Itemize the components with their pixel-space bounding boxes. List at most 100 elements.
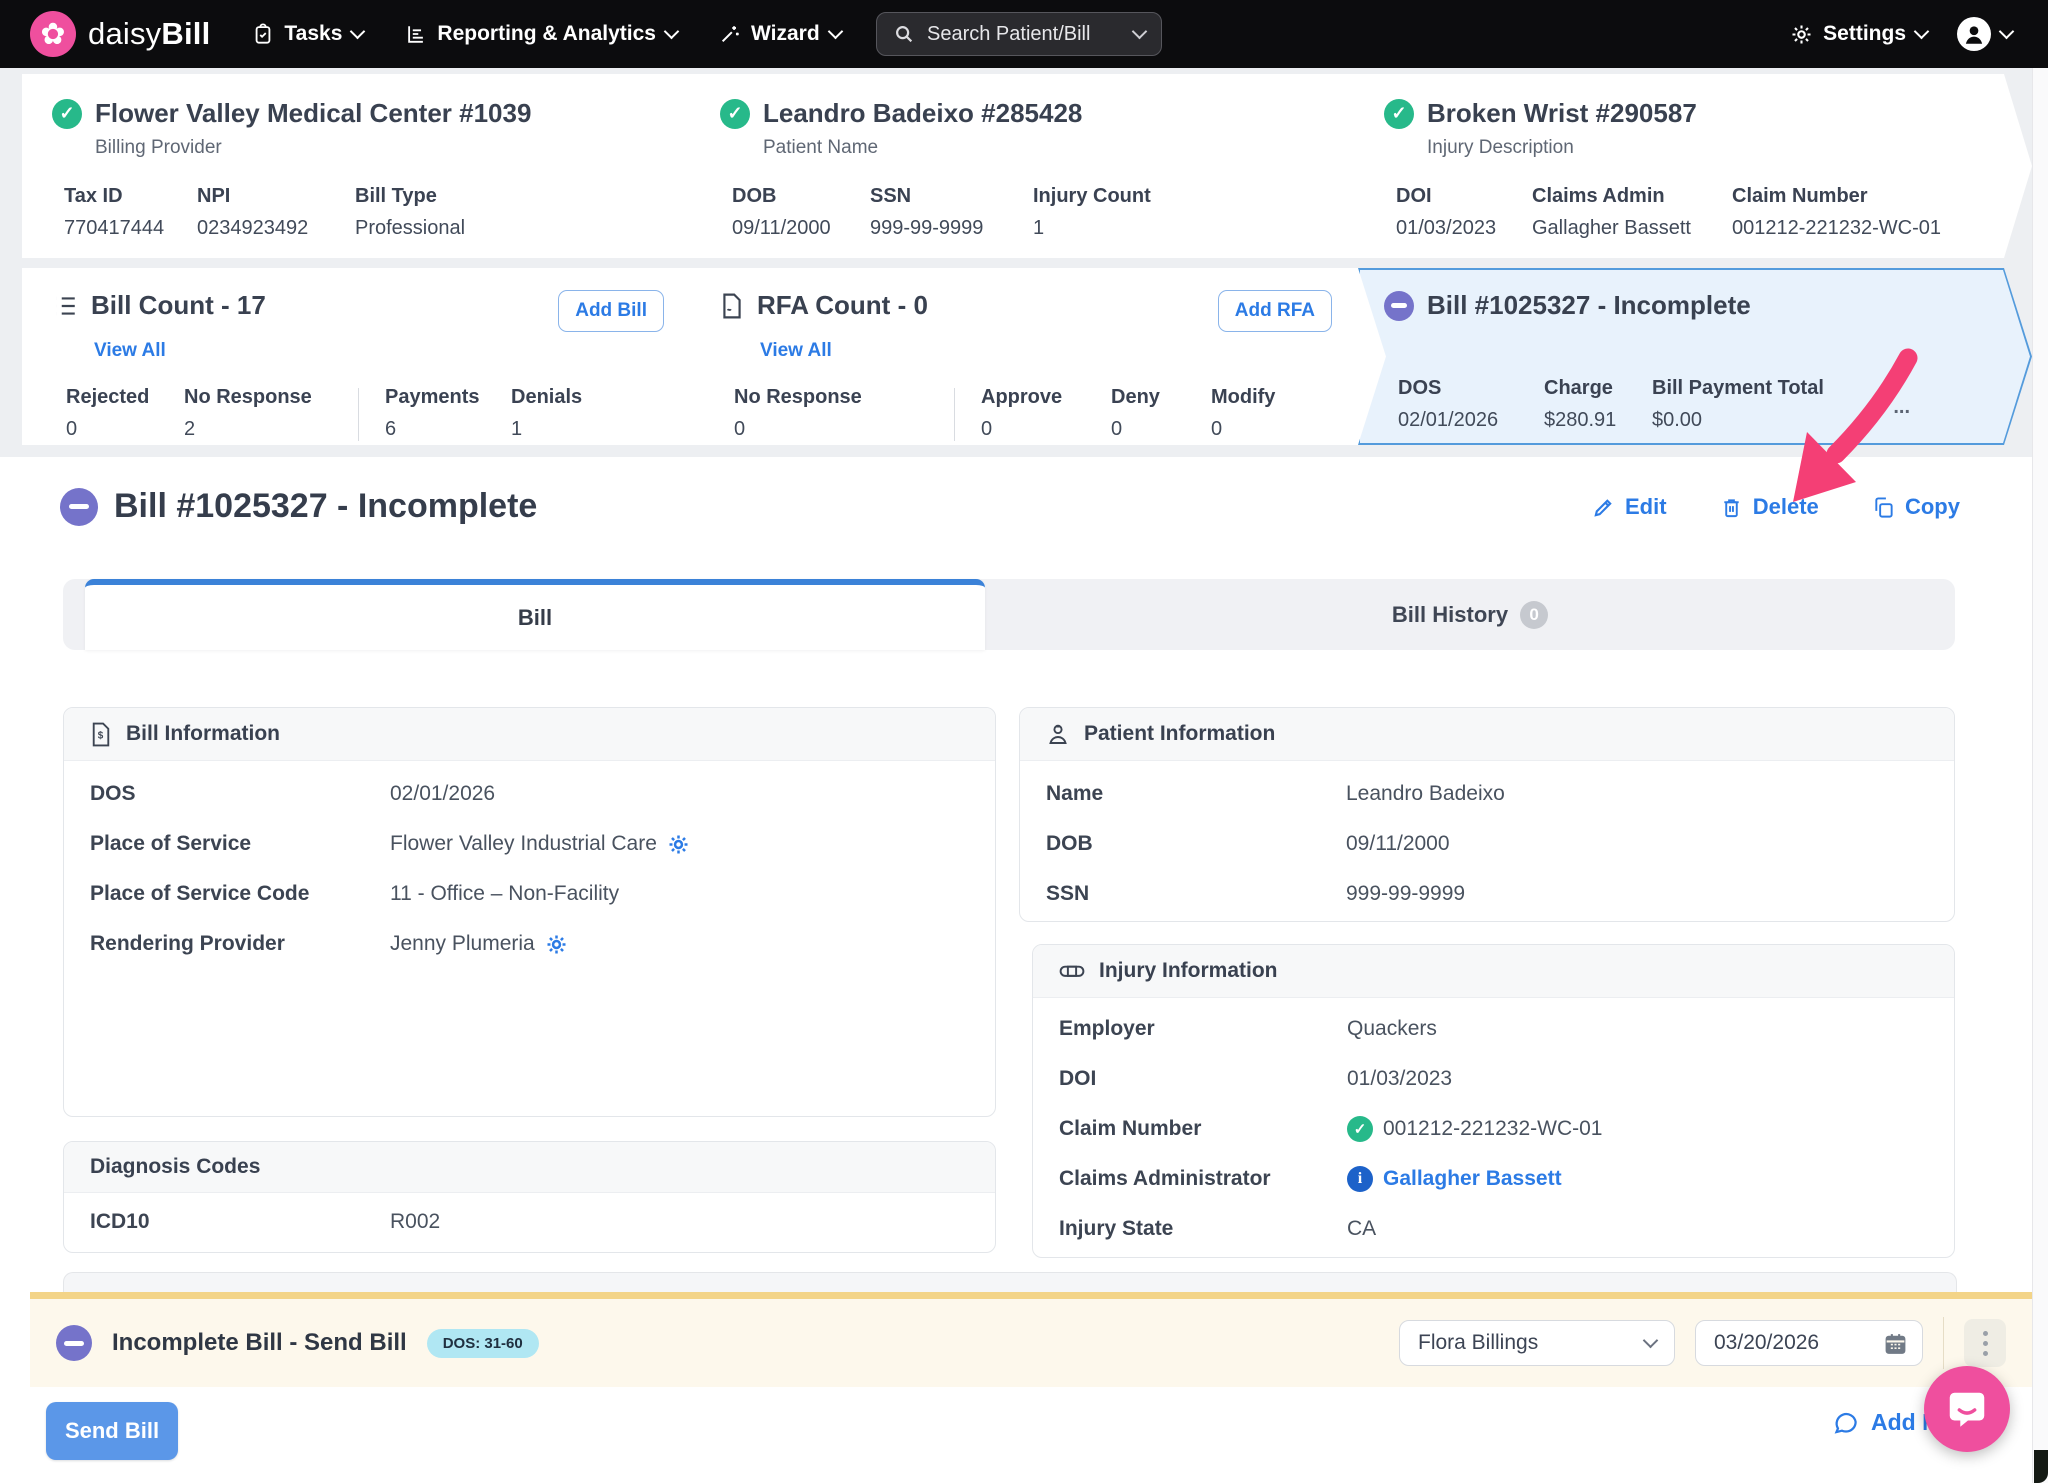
dos-age-badge: DOS: 31-60	[427, 1329, 539, 1358]
wand-icon	[719, 23, 741, 45]
view-all-bills-link[interactable]: View All	[94, 340, 688, 362]
check-circle-icon: ✓	[1384, 99, 1414, 129]
crumb-patient[interactable]: ✓Leandro Badeixo #285428 Patient Name DO…	[690, 74, 1386, 258]
nav-wizard[interactable]: Wizard	[719, 22, 841, 46]
tab-bill[interactable]: Bill	[85, 579, 985, 650]
edit-button[interactable]: Edit	[1592, 494, 1667, 520]
info-row: SSN 999-99-9999	[1020, 869, 1954, 919]
search-input[interactable]: Search Patient/Bill	[876, 12, 1162, 56]
gear-icon[interactable]	[667, 833, 690, 856]
chevron-down-icon	[350, 24, 366, 40]
card-title: Bill Count - 17	[91, 290, 266, 321]
claims-admin-link[interactable]: Gallagher Bassett	[1383, 1167, 1562, 1191]
info-row: Place of Service Flower Valley Industria…	[64, 819, 995, 869]
brand-text: daisyBill	[88, 16, 210, 52]
chart-icon	[405, 23, 427, 45]
card-title: RFA Count - 0	[757, 290, 928, 321]
clipboard-icon	[252, 23, 274, 45]
account-menu[interactable]	[1957, 17, 2012, 51]
page-title: Bill #1025327 - Incomplete	[114, 487, 537, 526]
panel-title: Diagnosis Codes	[90, 1155, 260, 1179]
view-all-rfas-link[interactable]: View All	[760, 340, 1356, 362]
calendar-icon	[1883, 1331, 1908, 1356]
incomplete-status-icon	[56, 1325, 92, 1361]
add-rfa-button[interactable]: Add RFA	[1218, 290, 1332, 332]
crumb-billing-provider[interactable]: ✓Flower Valley Medical Center #1039 Bill…	[22, 74, 718, 258]
crumb-title: Flower Valley Medical Center #1039	[95, 98, 531, 129]
kebab-menu-button[interactable]	[1964, 1319, 2006, 1367]
bill-information-panel: $ Bill Information DOS 02/01/2026 Place …	[63, 707, 996, 1117]
search-icon	[893, 23, 915, 45]
nav-settings[interactable]: Settings	[1790, 22, 1927, 46]
crumb-subtitle: Injury Description	[1427, 137, 2006, 159]
next-panel-peek	[63, 1272, 1957, 1293]
annotation-arrow-icon	[1740, 330, 1980, 530]
injury-information-panel: Injury Information Employer Quackers DOI…	[1032, 944, 1955, 1258]
info-row: DOS 02/01/2026	[64, 769, 995, 819]
divider	[954, 388, 955, 441]
history-count-badge: 0	[1520, 601, 1548, 629]
panel-title: Patient Information	[1084, 722, 1275, 746]
panel-title: Injury Information	[1099, 959, 1278, 983]
patient-icon	[1046, 722, 1070, 746]
chat-bubble-icon	[1832, 1409, 1859, 1436]
daisybill-logo-icon: ✿	[30, 11, 76, 57]
biller-select[interactable]: Flora Billings	[1399, 1320, 1675, 1366]
info-row: Name Leandro Badeixo	[1020, 769, 1954, 819]
nav-tasks[interactable]: Tasks	[252, 22, 363, 46]
list-icon	[52, 293, 78, 319]
divider	[1943, 1317, 1944, 1369]
scrollbar[interactable]	[2032, 68, 2048, 1483]
add-note-button[interactable]: Add N	[1832, 1409, 1939, 1436]
chat-smile-icon	[1944, 1386, 1990, 1432]
info-circle-icon: i	[1347, 1166, 1373, 1192]
window-corner	[2034, 1450, 2048, 1483]
date-input[interactable]: 03/20/2026	[1695, 1320, 1923, 1366]
footer-actions: Send Bill Add N	[0, 1387, 2032, 1483]
crumb-title: Broken Wrist #290587	[1427, 98, 1697, 129]
incomplete-status-icon	[60, 488, 98, 526]
info-row: Place of Service Code 11 - Office – Non-…	[64, 869, 995, 919]
bill-document-icon: $	[90, 722, 112, 747]
gear-icon[interactable]	[545, 933, 568, 956]
chat-fab[interactable]	[1924, 1366, 2010, 1452]
patient-information-panel: Patient Information Name Leandro Badeixo…	[1019, 707, 1955, 922]
send-bill-button[interactable]: Send Bill	[46, 1402, 178, 1460]
nav-reporting[interactable]: Reporting & Analytics	[405, 22, 677, 46]
document-icon	[720, 293, 744, 319]
gear-icon	[1790, 23, 1813, 46]
crumb-injury[interactable]: ✓ Broken Wrist #290587 Injury Description…	[1358, 74, 2032, 258]
info-row: ICD10 R002	[64, 1197, 995, 1247]
divider	[358, 388, 359, 441]
chevron-down-icon	[827, 24, 843, 40]
bandage-icon	[1059, 958, 1085, 984]
tab-bill-history[interactable]: Bill History 0	[985, 579, 1955, 650]
tabs: Bill Bill History 0	[63, 579, 1955, 650]
send-bill-bar-title: Incomplete Bill - Send Bill	[112, 1329, 407, 1357]
info-row: Claim Number ✓001212-221232-WC-01	[1033, 1104, 1954, 1154]
rfa-count-card[interactable]: RFA Count - 0 Add RFA View All No Respon…	[690, 268, 1386, 445]
top-nav: ✿ daisyBill Tasks Reporting & Analytics …	[0, 0, 2048, 68]
incomplete-status-icon	[1384, 291, 1414, 321]
pencil-icon	[1592, 496, 1615, 519]
info-row: Rendering Provider Jenny Plumeria	[64, 919, 995, 969]
bill-count-card[interactable]: Bill Count - 17 Add Bill View All Reject…	[22, 268, 718, 445]
card-title: Bill #1025327 - Incomplete	[1427, 290, 1751, 321]
chevron-down-icon	[664, 24, 680, 40]
bill-detail-header: Bill #1025327 - Incomplete	[60, 487, 537, 526]
diagnosis-codes-panel: Diagnosis Codes ICD10 R002	[63, 1141, 996, 1253]
chevron-down-icon	[1999, 24, 2015, 40]
check-circle-icon: ✓	[1347, 1116, 1373, 1142]
chevron-down-icon	[1914, 24, 1930, 40]
brand[interactable]: ✿ daisyBill	[30, 11, 210, 57]
chevron-down-icon	[1643, 1333, 1659, 1349]
panel-title: Bill Information	[126, 722, 280, 746]
info-row: DOI 01/03/2023	[1033, 1054, 1954, 1104]
crumb-subtitle: Billing Provider	[95, 137, 688, 159]
check-circle-icon: ✓	[720, 99, 750, 129]
crumb-subtitle: Patient Name	[763, 137, 1356, 159]
info-row: DOB 09/11/2000	[1020, 819, 1954, 869]
add-bill-button[interactable]: Add Bill	[558, 290, 664, 332]
info-row: Employer Quackers	[1033, 1004, 1954, 1054]
user-avatar-icon	[1957, 17, 1991, 51]
